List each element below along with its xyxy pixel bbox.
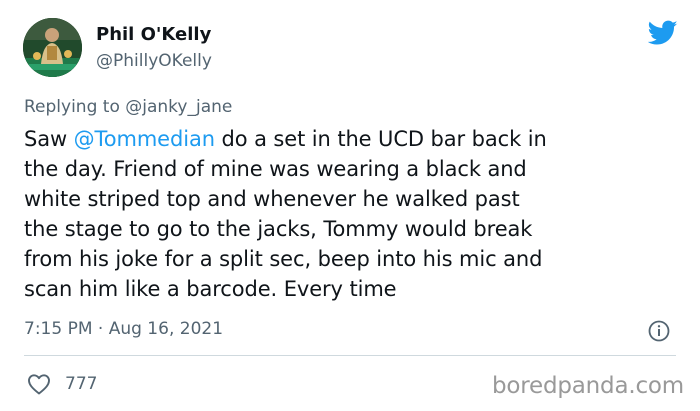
tweet-card: Phil O'Kelly @PhillyOKelly Replying to @… — [0, 0, 700, 411]
tweet-line: white striped top and whenever he walked… — [24, 187, 520, 211]
twitter-bird-icon[interactable] — [647, 20, 678, 46]
watermark: boredpanda.com — [492, 373, 684, 399]
tweet-line-text: do a set in the UCD bar back in — [214, 127, 547, 151]
reply-mention-link[interactable]: @janky_jane — [125, 97, 232, 117]
tweet-line: Saw @Tommedian do a set in the UCD bar b… — [24, 124, 684, 154]
author-name[interactable]: Phil O'Kelly — [96, 24, 211, 45]
info-icon[interactable] — [648, 320, 670, 342]
replying-to-label: Replying to — [24, 97, 120, 117]
tweet-line: the day. Friend of mine was wearing a bl… — [24, 157, 527, 181]
heart-icon[interactable] — [27, 373, 51, 395]
divider — [24, 355, 676, 356]
like-count: 777 — [65, 374, 98, 394]
tweet-line: from his joke for a split sec, beep into… — [24, 247, 543, 271]
mention-link[interactable]: @Tommedian — [74, 127, 215, 151]
tweet-timestamp[interactable]: 7:15 PM · Aug 16, 2021 — [24, 319, 223, 339]
like-button[interactable]: 777 — [27, 372, 97, 396]
tweet-text: Saw @Tommedian do a set in the UCD bar b… — [24, 124, 684, 304]
avatar[interactable] — [23, 18, 82, 77]
tweet-line: scan him like a barcode. Every time — [24, 277, 397, 301]
replying-to: Replying to @janky_jane — [24, 97, 232, 117]
avatar-image — [23, 18, 82, 77]
tweet-line: the stage to go to the jacks, Tommy woul… — [24, 217, 533, 241]
tweet-line-text: Saw — [24, 127, 74, 151]
author-handle[interactable]: @PhillyOKelly — [96, 51, 212, 71]
